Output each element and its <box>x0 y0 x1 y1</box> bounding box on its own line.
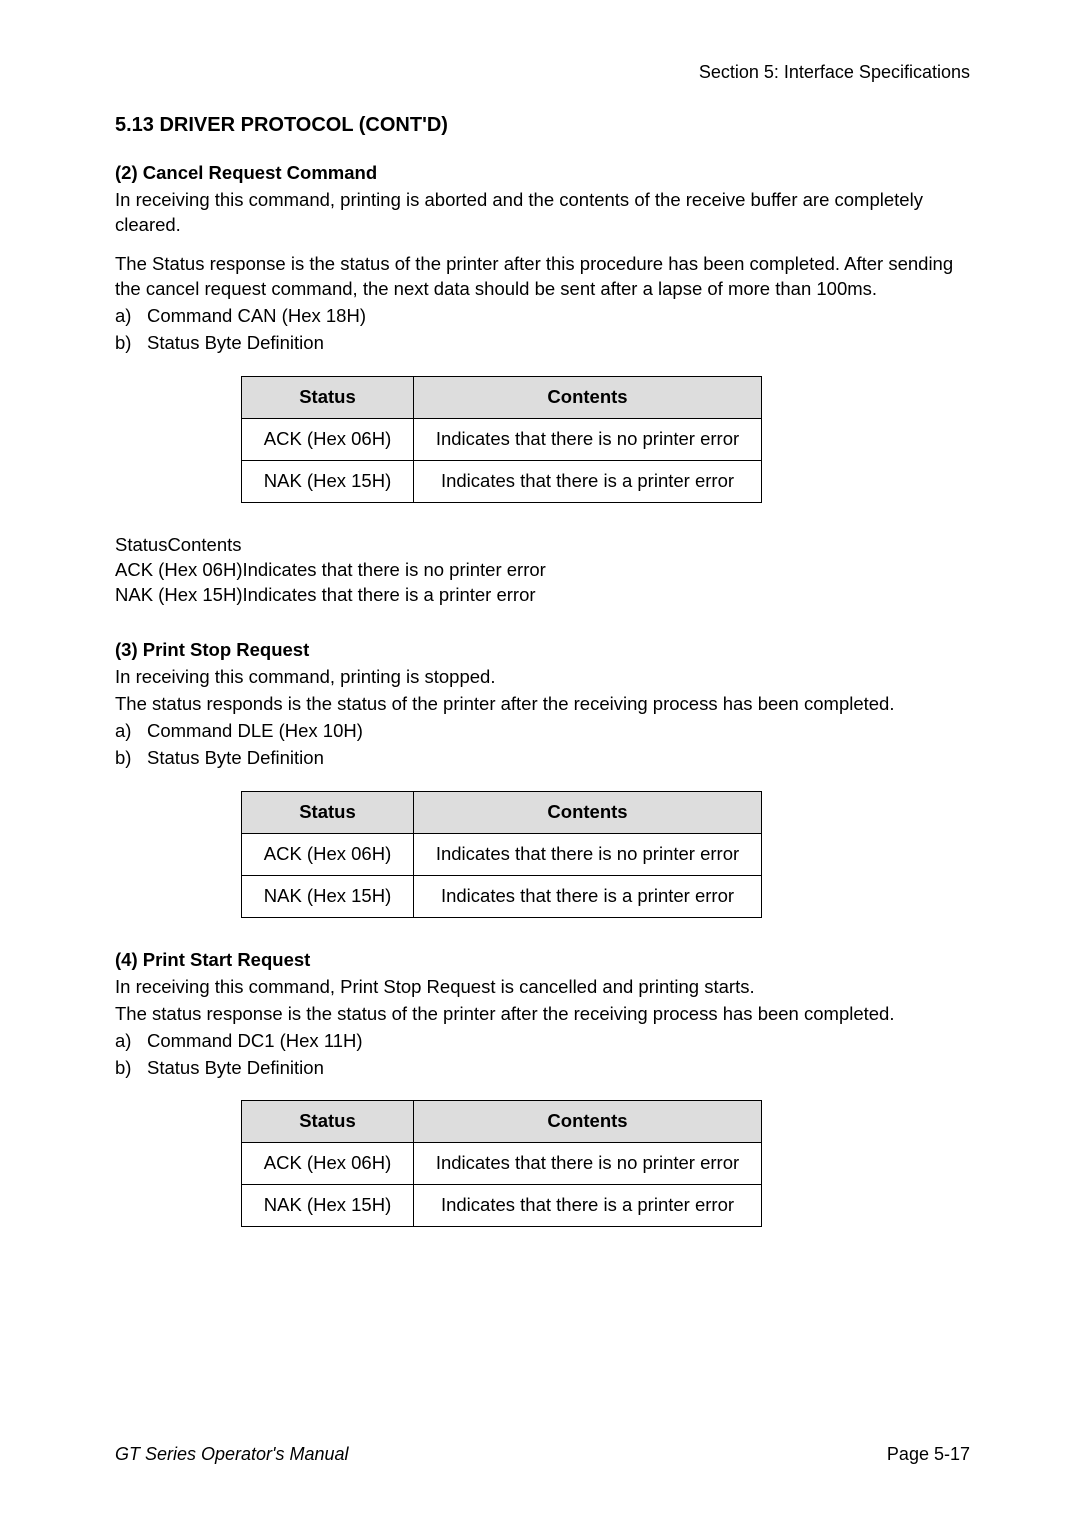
list-text-b: Status Byte Definition <box>147 746 324 771</box>
statuscontents-line1: StatusContents <box>115 533 970 558</box>
list-item: b) Status Byte Definition <box>115 1056 970 1081</box>
sub3-p2: The status responds is the status of the… <box>115 692 970 717</box>
header-right: Section 5: Interface Specifications <box>115 60 970 84</box>
table-row: NAK (Hex 15H) Indicates that there is a … <box>242 875 762 917</box>
list-marker-a: a) <box>115 304 147 329</box>
table-cell: Indicates that there is no printer error <box>414 419 762 461</box>
list-item: b) Status Byte Definition <box>115 331 970 356</box>
table-header-status: Status <box>242 791 414 833</box>
sub4-heading: (4) Print Start Request <box>115 948 970 973</box>
table-cell: NAK (Hex 15H) <box>242 1185 414 1227</box>
table-cell: ACK (Hex 06H) <box>242 1143 414 1185</box>
table-cell: Indicates that there is a printer error <box>414 461 762 503</box>
footer-manual-title: GT Series Operator's Manual <box>115 1442 349 1466</box>
sub2-heading: (2) Cancel Request Command <box>115 161 970 186</box>
list-text-a: Command CAN (Hex 18H) <box>147 304 366 329</box>
status-byte-table-3: Status Contents ACK (Hex 06H) Indicates … <box>241 791 762 918</box>
list-marker-a: a) <box>115 719 147 744</box>
list-item: b) Status Byte Definition <box>115 746 970 771</box>
section-title: 5.13 DRIVER PROTOCOL (CONT'D) <box>115 112 970 139</box>
list-marker-b: b) <box>115 1056 147 1081</box>
statuscontents-line2: ACK (Hex 06H)Indicates that there is no … <box>115 558 970 583</box>
table-row: NAK (Hex 15H) Indicates that there is a … <box>242 461 762 503</box>
table-header-contents: Contents <box>414 1101 762 1143</box>
table-header-contents: Contents <box>414 791 762 833</box>
table-cell: ACK (Hex 06H) <box>242 833 414 875</box>
table-cell: Indicates that there is no printer error <box>414 833 762 875</box>
sub4-p2: The status response is the status of the… <box>115 1002 970 1027</box>
table-row: ACK (Hex 06H) Indicates that there is no… <box>242 419 762 461</box>
table-row: NAK (Hex 15H) Indicates that there is a … <box>242 1185 762 1227</box>
list-item: a) Command CAN (Hex 18H) <box>115 304 970 329</box>
status-byte-table-2: Status Contents ACK (Hex 06H) Indicates … <box>241 376 762 503</box>
table-cell: NAK (Hex 15H) <box>242 875 414 917</box>
table-cell: NAK (Hex 15H) <box>242 461 414 503</box>
list-text-b: Status Byte Definition <box>147 331 324 356</box>
table-header-status: Status <box>242 377 414 419</box>
sub3-p1: In receiving this command, printing is s… <box>115 665 970 690</box>
table-cell: ACK (Hex 06H) <box>242 419 414 461</box>
list-item: a) Command DC1 (Hex 11H) <box>115 1029 970 1054</box>
statuscontents-line3: NAK (Hex 15H)Indicates that there is a p… <box>115 583 970 608</box>
sub4-p1: In receiving this command, Print Stop Re… <box>115 975 970 1000</box>
table-row: ACK (Hex 06H) Indicates that there is no… <box>242 1143 762 1185</box>
list-text-b: Status Byte Definition <box>147 1056 324 1081</box>
status-byte-table-4: Status Contents ACK (Hex 06H) Indicates … <box>241 1100 762 1227</box>
list-marker-b: b) <box>115 746 147 771</box>
sub2-p1: In receiving this command, printing is a… <box>115 188 970 238</box>
table-header-row: Status Contents <box>242 377 762 419</box>
sub3-heading: (3) Print Stop Request <box>115 638 970 663</box>
footer-page-number: Page 5-17 <box>887 1442 970 1466</box>
list-text-a: Command DLE (Hex 10H) <box>147 719 363 744</box>
table-header-contents: Contents <box>414 377 762 419</box>
list-item: a) Command DLE (Hex 10H) <box>115 719 970 744</box>
table-header-row: Status Contents <box>242 1101 762 1143</box>
list-marker-a: a) <box>115 1029 147 1054</box>
table-cell: Indicates that there is a printer error <box>414 875 762 917</box>
table-header-row: Status Contents <box>242 791 762 833</box>
list-text-a: Command DC1 (Hex 11H) <box>147 1029 363 1054</box>
table-cell: Indicates that there is a printer error <box>414 1185 762 1227</box>
table-row: ACK (Hex 06H) Indicates that there is no… <box>242 833 762 875</box>
list-marker-b: b) <box>115 331 147 356</box>
table-header-status: Status <box>242 1101 414 1143</box>
sub2-p2: The Status response is the status of the… <box>115 252 970 302</box>
table-cell: Indicates that there is no printer error <box>414 1143 762 1185</box>
